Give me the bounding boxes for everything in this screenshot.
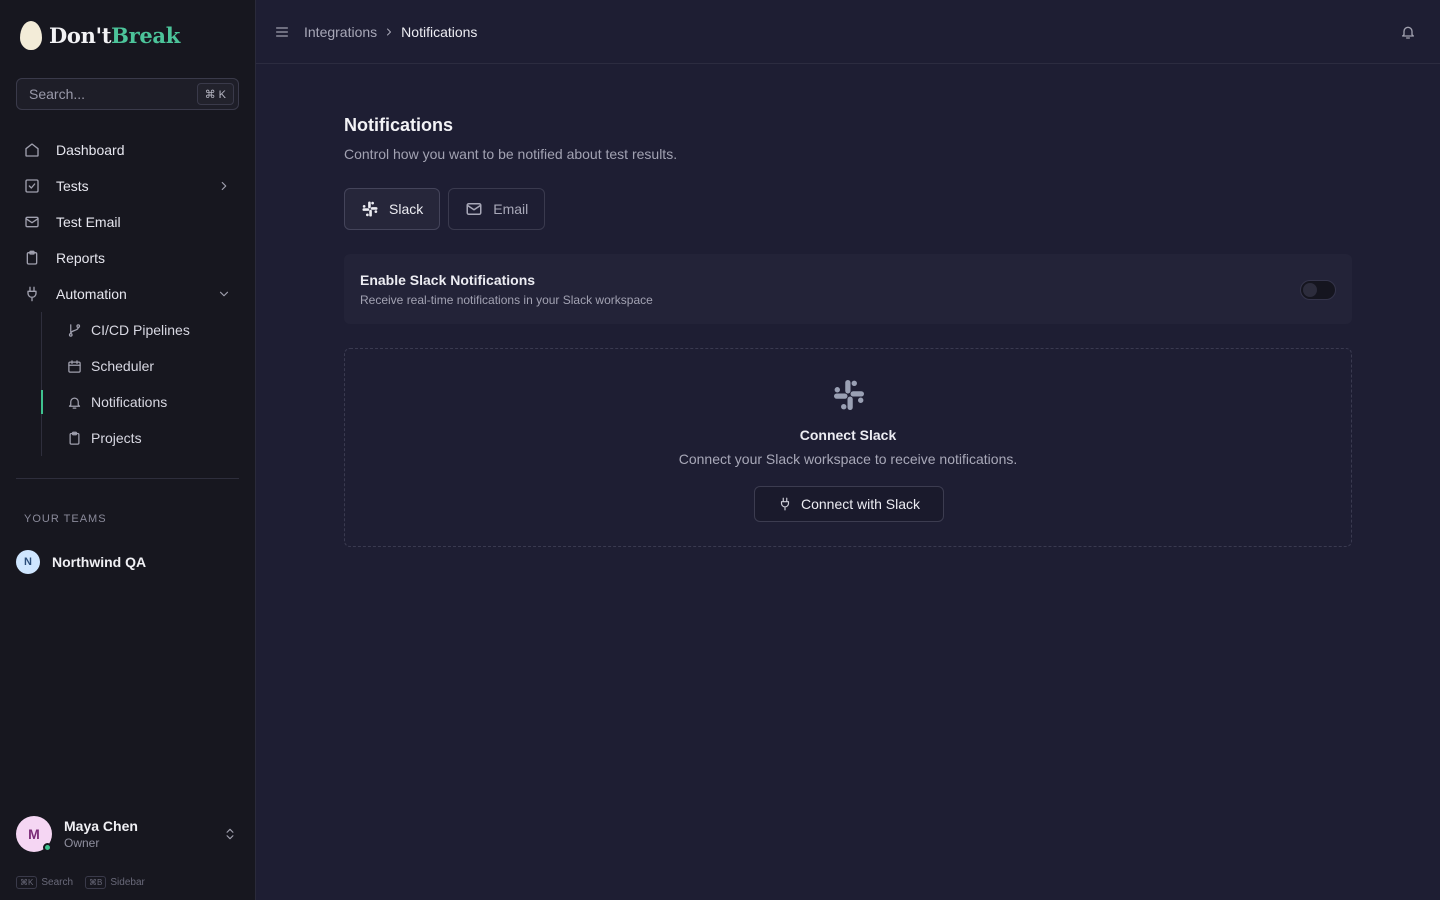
top-header: Integrations Notifications: [256, 0, 1440, 64]
search-shortcut-label: Search: [41, 877, 74, 888]
sidebar-item-label: Notifications: [91, 394, 168, 410]
clipboard-icon: [26, 250, 38, 265]
connect-slack-card: Connect Slack Connect your Slack workspa…: [344, 348, 1352, 547]
plug-icon: [780, 497, 790, 511]
menu-icon[interactable]: [274, 24, 290, 40]
git-branch-icon: [68, 323, 81, 337]
nav-item-dashboard[interactable]: Dashboard: [16, 132, 239, 168]
sidebar-divider: [16, 478, 239, 479]
nav-item-label: Dashboard: [56, 142, 125, 158]
online-status-dot: [43, 843, 52, 852]
sidebar-item-notifications[interactable]: Notifications: [41, 384, 239, 420]
search-placeholder: Search...: [29, 86, 86, 102]
tab-label: Email: [493, 201, 529, 217]
sidebar-item-projects[interactable]: Projects: [59, 420, 239, 456]
nav-item-label: Automation: [56, 286, 127, 302]
automation-submenu: CI/CD Pipelines Scheduler Notifications …: [41, 312, 239, 456]
nav-item-label: Tests: [56, 178, 89, 194]
mail-icon: [466, 203, 482, 215]
team-avatar: N: [16, 550, 40, 574]
home-icon: [25, 143, 39, 157]
main-nav: Dashboard Tests Test Email Reports Autom…: [16, 132, 239, 456]
channel-tabs: Slack Email: [344, 188, 553, 230]
sidebar-item-label: CI/CD Pipelines: [91, 322, 190, 338]
bell-icon: [68, 397, 81, 409]
slack-notifications-toggle[interactable]: [1300, 280, 1336, 300]
egg-logo-icon: [20, 20, 42, 50]
connect-with-slack-button[interactable]: Connect with Slack: [754, 486, 944, 522]
keyboard-shortcuts-hint: ⌘K Search ⌘B Sidebar: [16, 876, 145, 889]
breadcrumb-current: Notifications: [401, 23, 478, 40]
team-name: Northwind QA: [52, 554, 147, 570]
chevrons-up-down-icon[interactable]: [223, 827, 237, 841]
tab-slack[interactable]: Slack: [344, 188, 441, 230]
nav-item-tests[interactable]: Tests: [16, 168, 239, 204]
toggle-description: Receive real-time notifications in your …: [360, 293, 653, 307]
brand-logo[interactable]: Don'tBreak: [20, 20, 180, 50]
avatar: M: [16, 816, 52, 852]
connect-description: Connect your Slack workspace to receive …: [678, 451, 1018, 467]
slack-icon: [834, 380, 864, 410]
sidebar-item-label: Projects: [91, 430, 142, 446]
toggle-title: Enable Slack Notifications: [360, 272, 536, 288]
sidebar-item-scheduler[interactable]: Scheduler: [59, 348, 239, 384]
nav-item-test-email[interactable]: Test Email: [16, 204, 239, 240]
teams-heading: YOUR TEAMS: [24, 513, 107, 525]
page-subtitle: Control how you want to be notified abou…: [344, 146, 678, 162]
sidebar-item-label: Scheduler: [91, 358, 155, 374]
sidebar-item-cicd-pipelines[interactable]: CI/CD Pipelines: [59, 312, 239, 348]
button-label: Connect with Slack: [800, 496, 921, 512]
tab-email[interactable]: Email: [448, 188, 546, 230]
brand-name: Don'tBreak: [49, 22, 180, 48]
page-title: Notifications: [344, 115, 454, 135]
breadcrumb-integrations[interactable]: Integrations: [304, 24, 377, 40]
nav-item-label: Test Email: [56, 214, 121, 230]
user-role: Owner: [64, 836, 100, 850]
clipboard-icon: [69, 431, 80, 445]
breadcrumb: Integrations Notifications: [304, 24, 477, 40]
sidebar: Don'tBreak Search... ⌘ K Dashboard Tests…: [0, 0, 256, 900]
search-shortcut-badge: ⌘ K: [196, 83, 234, 105]
slack-icon: [362, 201, 378, 217]
chevron-down-icon[interactable]: [217, 287, 231, 301]
user-info: Maya Chen Owner: [64, 818, 223, 850]
nav-item-automation[interactable]: Automation: [16, 276, 239, 312]
checkbox-icon: [25, 179, 39, 193]
team-item[interactable]: N Northwind QA: [16, 550, 146, 574]
slack-toggle-card: Enable Slack Notifications Receive real-…: [344, 254, 1352, 324]
chevron-right-icon[interactable]: [217, 179, 231, 193]
mail-icon: [25, 216, 39, 228]
sidebar-shortcut-label: Sidebar: [110, 877, 145, 888]
nav-item-label: Reports: [56, 250, 106, 266]
chevron-right-icon: [387, 28, 392, 35]
plug-icon: [27, 286, 37, 302]
nav-item-reports[interactable]: Reports: [16, 240, 239, 276]
search-shortcut-key: ⌘K: [16, 876, 38, 889]
user-name: Maya Chen: [64, 818, 138, 834]
toggle-knob: [1303, 283, 1317, 297]
search-input[interactable]: Search... ⌘ K: [16, 78, 239, 110]
connect-title: Connect Slack: [799, 427, 897, 443]
calendar-icon: [68, 359, 81, 373]
notifications-bell-icon[interactable]: [1400, 24, 1416, 40]
user-menu[interactable]: M Maya Chen Owner: [16, 816, 239, 852]
sidebar-shortcut-key: ⌘B: [85, 876, 107, 889]
tab-label: Slack: [389, 201, 424, 217]
